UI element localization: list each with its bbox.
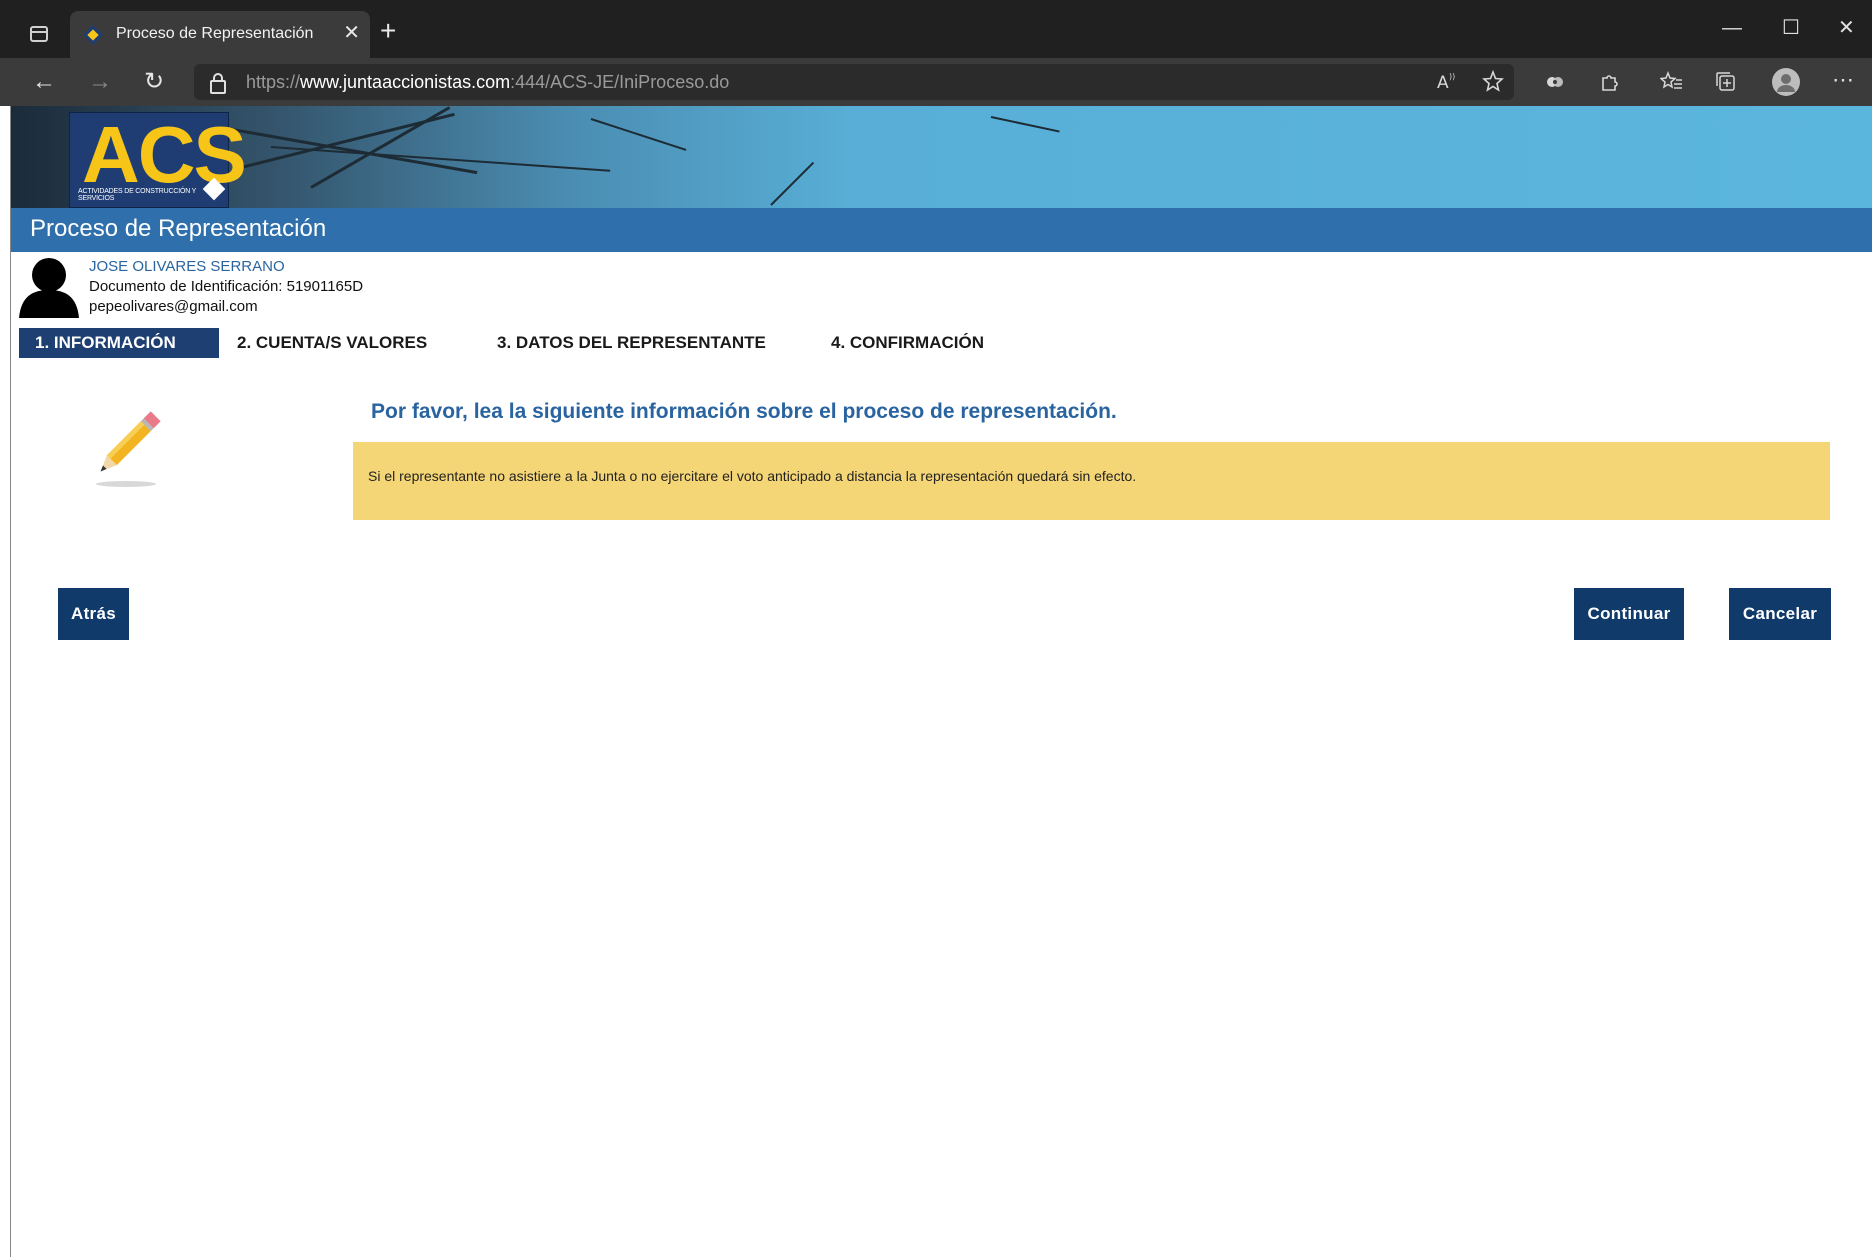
page-title: Proceso de Representación [30, 215, 327, 242]
browser-titlebar: Proceso de Representación ✕ + — ☐ ✕ [0, 0, 1872, 58]
favorites-icon[interactable] [1660, 70, 1684, 94]
address-bar[interactable]: https://www.juntaaccionistas.com:444/ACS… [194, 64, 1514, 100]
more-icon[interactable]: ⋯ [1832, 68, 1854, 92]
collections-icon[interactable] [1714, 70, 1738, 94]
lock-icon[interactable] [210, 73, 226, 94]
user-email: pepeolivares@gmail.com [89, 298, 258, 315]
close-window-button[interactable]: ✕ [1838, 16, 1855, 40]
step-confirmacion[interactable]: 4. CONFIRMACIÓN [831, 328, 984, 358]
step-datos-representante[interactable]: 3. DATOS DEL REPRESENTANTE [497, 328, 766, 358]
acs-logo[interactable]: ACS ACTIVIDADES DE CONSTRUCCIÓN Y SERVIC… [69, 112, 247, 208]
browser-tab[interactable]: Proceso de Representación ✕ [70, 11, 370, 58]
user-avatar-icon [19, 258, 79, 318]
info-box: Si el representante no asistiere a la Ju… [353, 442, 1830, 520]
minimize-button[interactable]: — [1722, 16, 1742, 40]
browser-toolbar: ← → ↻ https://www.juntaaccionistas.com:4… [0, 58, 1872, 106]
continue-button[interactable]: Continuar [1574, 588, 1684, 640]
acs-favicon-icon [83, 25, 103, 45]
forward-icon[interactable]: → [88, 68, 112, 96]
step-informacion[interactable]: 1. INFORMACIÓN [19, 328, 219, 358]
svg-text:)): )) [1449, 72, 1455, 81]
back-icon[interactable]: ← [32, 68, 56, 96]
maximize-button[interactable]: ☐ [1782, 16, 1800, 40]
profile-icon[interactable] [1772, 68, 1800, 96]
user-name: JOSE OLIVARES SERRANO [89, 258, 285, 275]
new-tab-button[interactable]: + [380, 17, 396, 45]
info-heading: Por favor, lea la siguiente información … [371, 400, 1117, 423]
refresh-icon[interactable]: ↻ [144, 68, 164, 96]
page-viewport: ACS ACTIVIDADES DE CONSTRUCCIÓN Y SERVIC… [10, 106, 1872, 1257]
tab-title: Proceso de Representación [116, 25, 314, 42]
user-document: Documento de Identificación: 51901165D [89, 278, 364, 295]
favorite-add-icon[interactable] [1482, 70, 1506, 94]
read-aloud-icon[interactable]: A)) [1436, 70, 1458, 92]
pencil-icon [96, 411, 161, 487]
page-titlebar: Proceso de Representación [11, 208, 1872, 252]
header-banner: ACS ACTIVIDADES DE CONSTRUCCIÓN Y SERVIC… [11, 106, 1872, 208]
url-text[interactable]: https://www.juntaaccionistas.com:444/ACS… [246, 72, 729, 93]
extension-icon[interactable] [1544, 71, 1566, 93]
cancel-button[interactable]: Cancelar [1729, 588, 1831, 640]
info-text: Si el representante no asistiere a la Ju… [368, 468, 1137, 484]
back-button[interactable]: Atrás [58, 588, 129, 640]
tab-close-icon[interactable]: ✕ [343, 21, 360, 45]
extensions-icon[interactable] [1598, 70, 1622, 94]
svg-text:A: A [1437, 73, 1449, 92]
step-cuentas-valores[interactable]: 2. CUENTA/S VALORES [237, 328, 427, 358]
tab-actions-icon[interactable] [30, 26, 48, 42]
